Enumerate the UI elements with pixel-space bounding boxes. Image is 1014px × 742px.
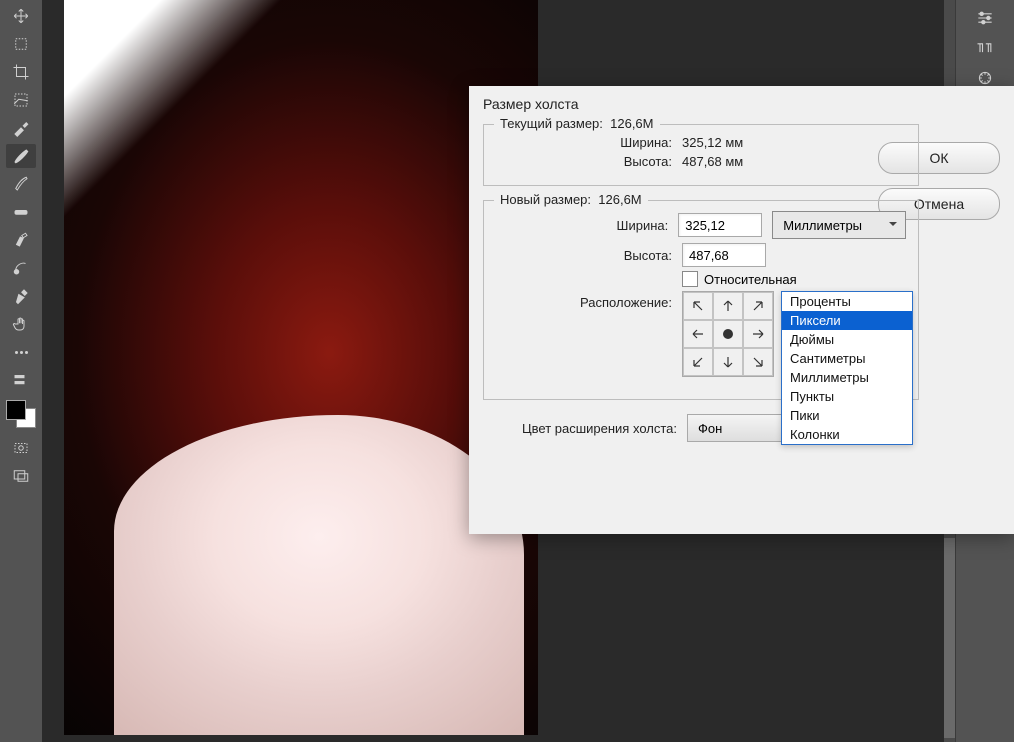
tool-quickmask[interactable] bbox=[6, 436, 36, 460]
width-input[interactable] bbox=[678, 213, 762, 237]
current-height-value: 487,68 мм bbox=[682, 154, 743, 169]
tool-move[interactable] bbox=[6, 4, 36, 28]
units-dropdown: Проценты Пиксели Дюймы Сантиметры Миллим… bbox=[781, 291, 913, 445]
tool-artboard[interactable] bbox=[6, 32, 36, 56]
tool-hand[interactable] bbox=[6, 312, 36, 336]
anchor-se[interactable] bbox=[743, 348, 773, 376]
units-option-inches[interactable]: Дюймы bbox=[782, 330, 912, 349]
units-option-percent[interactable]: Проценты bbox=[782, 292, 912, 311]
anchor-n[interactable] bbox=[713, 292, 743, 320]
anchor-e[interactable] bbox=[743, 320, 773, 348]
tool-more[interactable] bbox=[6, 340, 36, 364]
new-height-label: Высота: bbox=[496, 248, 682, 263]
tool-eyedropper[interactable] bbox=[6, 116, 36, 140]
anchor-sw[interactable] bbox=[683, 348, 713, 376]
units-option-picas[interactable]: Пики bbox=[782, 406, 912, 425]
relative-checkbox[interactable] bbox=[682, 271, 698, 287]
current-width-label: Ширина: bbox=[496, 135, 682, 150]
width-units-select[interactable]: Миллиметры bbox=[772, 211, 906, 239]
foreground-color-swatch[interactable] bbox=[6, 400, 26, 420]
current-width-value: 325,12 мм bbox=[682, 135, 743, 150]
tool-clone-stamp[interactable] bbox=[6, 172, 36, 196]
extension-color-label: Цвет расширения холста: bbox=[483, 421, 687, 436]
units-option-pixels[interactable]: Пиксели bbox=[782, 311, 912, 330]
current-size-value: 126,6M bbox=[610, 116, 653, 131]
anchor-s[interactable] bbox=[713, 348, 743, 376]
relative-label: Относительная bbox=[704, 272, 797, 287]
current-size-fieldset: Текущий размер: 126,6M Ширина: 325,12 мм… bbox=[483, 124, 919, 186]
units-option-mm[interactable]: Миллиметры bbox=[782, 368, 912, 387]
tools-toolbar bbox=[0, 0, 43, 742]
dialog-title: Размер холста bbox=[469, 86, 1014, 120]
anchor-label: Расположение: bbox=[496, 291, 682, 310]
new-size-value: 126,6M bbox=[598, 192, 641, 207]
tool-screenmode[interactable] bbox=[6, 464, 36, 488]
tool-pen[interactable] bbox=[6, 284, 36, 308]
tool-brush[interactable] bbox=[6, 144, 36, 168]
new-size-label: Новый размер: bbox=[500, 192, 591, 207]
adjustments-icon[interactable] bbox=[967, 6, 1003, 30]
canvas-size-dialog: Размер холста ОК Отмена Текущий размер: … bbox=[469, 86, 1014, 534]
units-option-points[interactable]: Пункты bbox=[782, 387, 912, 406]
tool-gradient[interactable] bbox=[6, 256, 36, 280]
paragraph-icon[interactable] bbox=[967, 36, 1003, 60]
anchor-w[interactable] bbox=[683, 320, 713, 348]
anchor-nw[interactable] bbox=[683, 292, 713, 320]
new-width-label: Ширина: bbox=[496, 218, 678, 233]
anchor-grid bbox=[682, 291, 774, 377]
units-option-cm[interactable]: Сантиметры bbox=[782, 349, 912, 368]
height-input[interactable] bbox=[682, 243, 766, 267]
tool-history-brush[interactable] bbox=[6, 228, 36, 252]
current-size-label: Текущий размер: bbox=[500, 116, 603, 131]
color-swatches[interactable] bbox=[6, 400, 36, 428]
tool-crop[interactable] bbox=[6, 60, 36, 84]
current-size-legend: Текущий размер: 126,6M bbox=[494, 116, 660, 131]
tool-healing[interactable] bbox=[6, 200, 36, 224]
anchor-center[interactable] bbox=[713, 320, 743, 348]
units-option-columns[interactable]: Колонки bbox=[782, 425, 912, 444]
anchor-ne[interactable] bbox=[743, 292, 773, 320]
current-height-label: Высота: bbox=[496, 154, 682, 169]
document-canvas[interactable] bbox=[64, 0, 538, 735]
canvas-content bbox=[114, 415, 524, 735]
new-size-legend: Новый размер: 126,6M bbox=[494, 192, 648, 207]
app-root: Размер холста ОК Отмена Текущий размер: … bbox=[0, 0, 1014, 742]
tool-slice[interactable] bbox=[6, 88, 36, 112]
tool-edit-toolbar[interactable] bbox=[6, 368, 36, 392]
